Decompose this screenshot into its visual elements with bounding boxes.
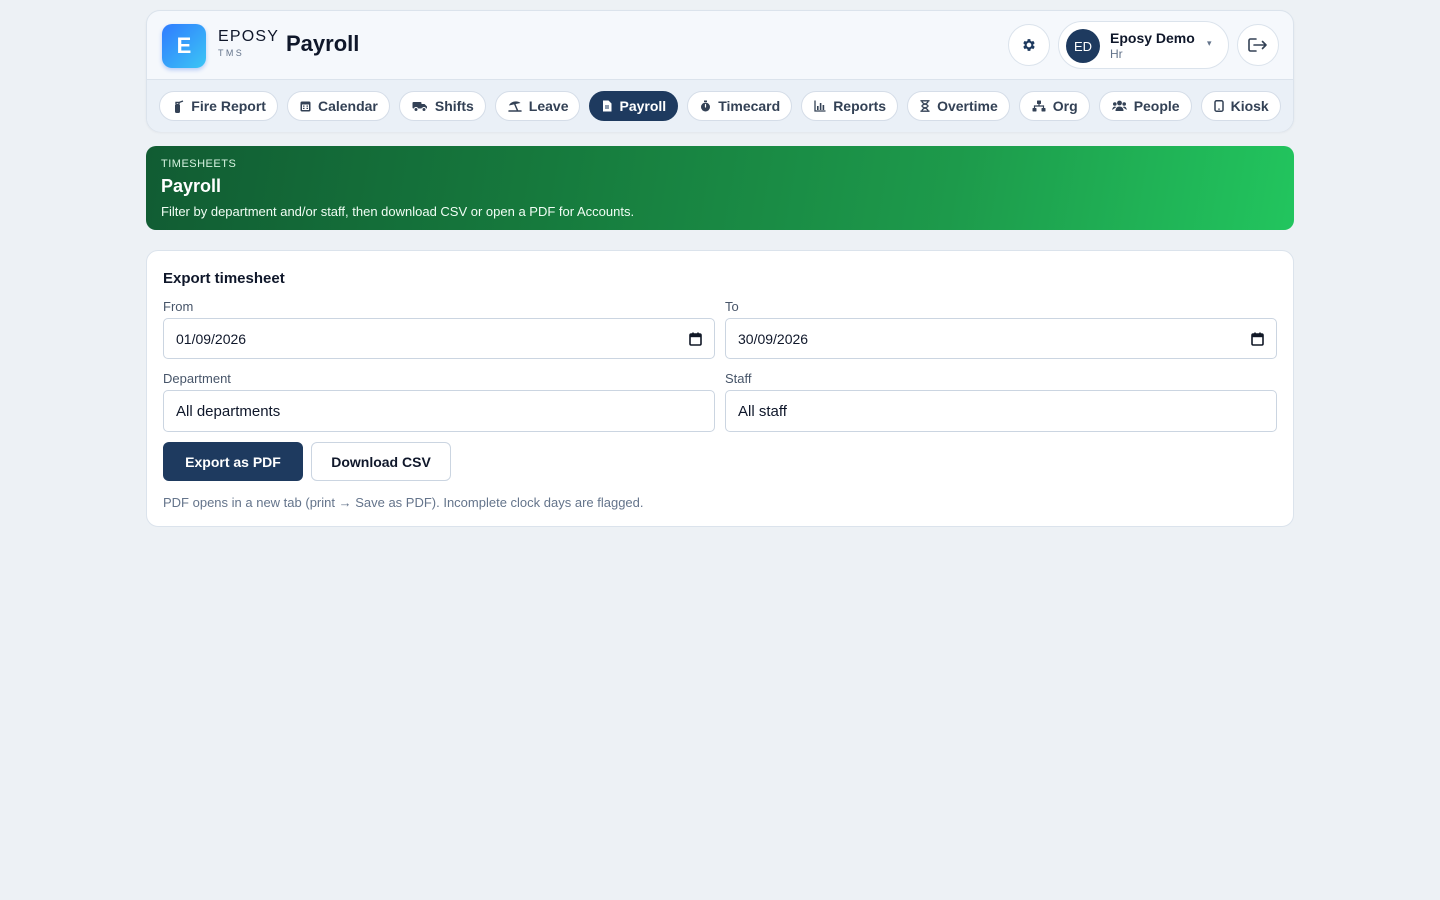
tab-leave[interactable]: Leave bbox=[494, 91, 581, 121]
banner-title: Payroll bbox=[161, 176, 222, 196]
brand-name: EPOSY bbox=[218, 28, 280, 45]
tab-payroll[interactable]: Payroll bbox=[589, 91, 679, 121]
user-name: Eposy Demo bbox=[1110, 30, 1195, 46]
staff-select[interactable]: All staff bbox=[725, 390, 1277, 432]
export-note: PDF opens in a new tab (print → Save as … bbox=[163, 495, 644, 510]
tab-people[interactable]: People bbox=[1098, 91, 1192, 121]
export-pdf-button[interactable]: Export as PDF bbox=[163, 442, 303, 481]
department-label: Department bbox=[163, 371, 231, 386]
app-header: E EPOSY TMS Payroll ED Eposy Demo Hr ▾ F… bbox=[146, 10, 1294, 132]
tab-label: Timecard bbox=[718, 98, 781, 114]
page-title: Payroll bbox=[286, 31, 360, 56]
from-date-value: 01/09/2026 bbox=[176, 330, 247, 347]
download-csv-button[interactable]: Download CSV bbox=[311, 442, 451, 481]
gear-icon bbox=[1023, 39, 1035, 51]
tablet-icon bbox=[1213, 100, 1224, 112]
bar-chart-icon bbox=[814, 100, 826, 112]
hourglass-icon bbox=[920, 100, 930, 112]
tab-label: Shifts bbox=[434, 98, 474, 114]
calendar-icon[interactable] bbox=[1251, 332, 1264, 346]
from-label: From bbox=[163, 299, 194, 314]
brand-text: EPOSY TMS bbox=[218, 29, 279, 58]
umbrella-beach-icon bbox=[508, 101, 522, 112]
to-date-value: 30/09/2026 bbox=[738, 330, 809, 347]
card-title: Export timesheet bbox=[163, 270, 285, 287]
tab-fire-report[interactable]: Fire Report bbox=[159, 91, 278, 121]
user-role: Hr bbox=[1110, 47, 1123, 61]
tab-org[interactable]: Org bbox=[1018, 91, 1090, 121]
tab-label: People bbox=[1133, 98, 1180, 114]
avatar: ED bbox=[1066, 29, 1100, 63]
header-row: E EPOSY TMS Payroll ED Eposy Demo Hr ▾ bbox=[147, 11, 1293, 80]
to-date-input[interactable]: 30/09/2026 bbox=[725, 318, 1277, 359]
stopwatch-icon bbox=[701, 100, 711, 112]
tab-label: Org bbox=[1052, 98, 1078, 114]
page-banner: TIMESHEETS Payroll Filter by department … bbox=[146, 146, 1294, 230]
tab-timecard[interactable]: Timecard bbox=[687, 91, 793, 121]
calendar-icon bbox=[300, 101, 311, 112]
tab-label: Calendar bbox=[317, 98, 378, 114]
from-date-input[interactable]: 01/09/2026 bbox=[163, 318, 715, 359]
staff-value: All staff bbox=[738, 402, 787, 420]
brand-logo-letter: E bbox=[176, 33, 192, 58]
tab-label: Overtime bbox=[937, 98, 998, 114]
tab-label: Fire Report bbox=[191, 98, 266, 114]
department-value: All departments bbox=[176, 402, 281, 420]
calendar-icon[interactable] bbox=[689, 332, 702, 346]
tab-shifts[interactable]: Shifts bbox=[398, 91, 486, 121]
tab-kiosk[interactable]: Kiosk bbox=[1200, 91, 1281, 121]
department-select[interactable]: All departments bbox=[163, 390, 715, 432]
users-icon bbox=[1111, 100, 1127, 111]
tab-label: Leave bbox=[528, 98, 569, 114]
logout-button[interactable] bbox=[1237, 24, 1279, 66]
chevron-down-icon: ▾ bbox=[1207, 38, 1212, 48]
settings-button[interactable] bbox=[1008, 24, 1050, 66]
truck-icon bbox=[412, 102, 427, 112]
main-nav: Fire Report Calendar Shifts Leave Payrol… bbox=[147, 80, 1293, 132]
banner-description: Filter by department and/or staff, then … bbox=[161, 204, 635, 219]
tab-calendar[interactable]: Calendar bbox=[286, 91, 390, 121]
banner-eyebrow: TIMESHEETS bbox=[161, 158, 237, 170]
to-label: To bbox=[725, 299, 739, 314]
user-menu[interactable]: ED Eposy Demo Hr ▾ bbox=[1058, 21, 1229, 69]
tab-reports[interactable]: Reports bbox=[801, 91, 899, 121]
staff-label: Staff bbox=[725, 371, 752, 386]
brand-subtitle: TMS bbox=[218, 48, 245, 58]
sitemap-icon bbox=[1032, 100, 1046, 112]
tab-label: Reports bbox=[833, 98, 887, 114]
logout-icon bbox=[1248, 38, 1267, 52]
tab-label: Payroll bbox=[619, 98, 667, 114]
export-timesheet-card: Export timesheet From 01/09/2026 To 30/0… bbox=[146, 250, 1294, 527]
tab-overtime[interactable]: Overtime bbox=[907, 91, 1010, 121]
fire-extinguisher-icon bbox=[175, 99, 184, 113]
file-invoice-icon bbox=[603, 100, 612, 112]
tab-label: Kiosk bbox=[1230, 98, 1269, 114]
brand-logo[interactable]: E bbox=[162, 24, 206, 68]
